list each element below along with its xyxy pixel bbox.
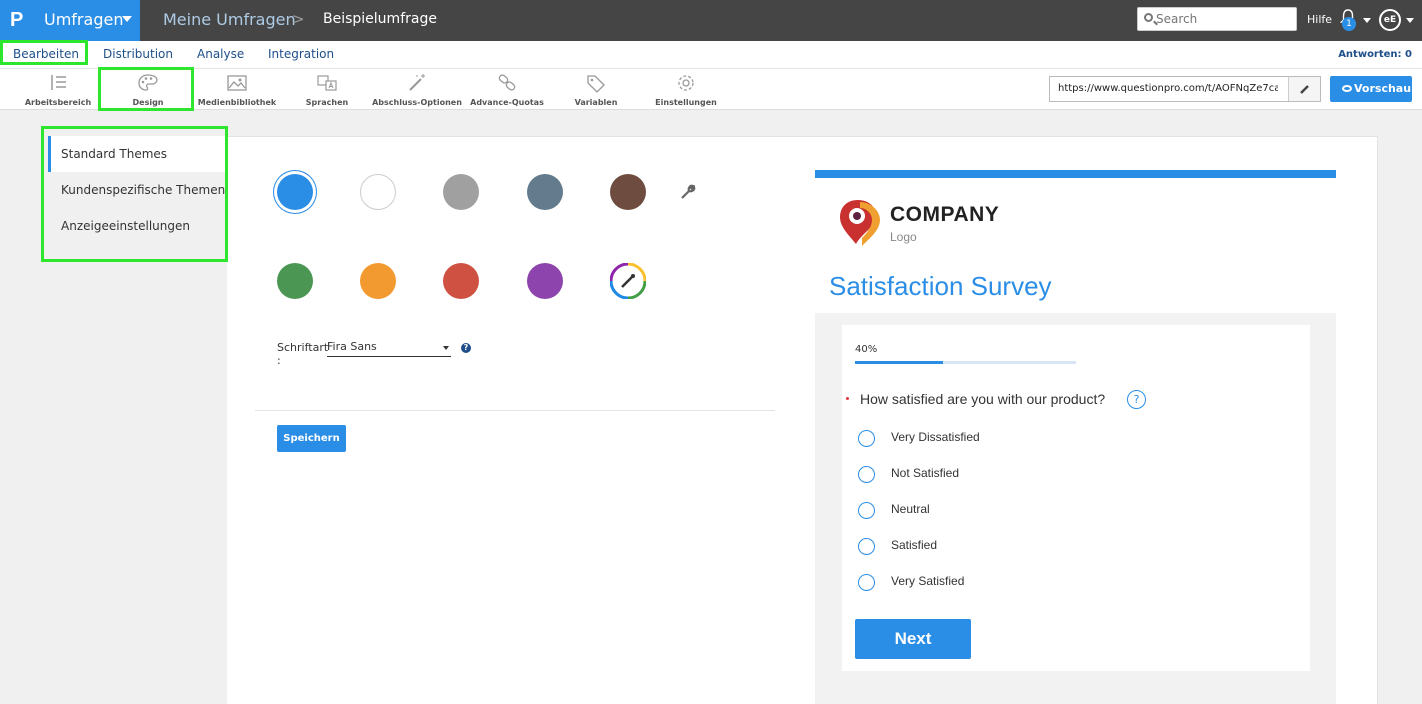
search-input[interactable]: [1156, 10, 1292, 28]
progress-bar-fill: [855, 361, 944, 364]
theme-swatch-brown[interactable]: [610, 174, 646, 210]
chevron-down-icon: [122, 16, 132, 22]
theme-swatch-white[interactable]: [360, 174, 396, 210]
survey-url-text[interactable]: https://www.questionpro.com/t/AOFNqZe7ca: [1058, 83, 1278, 94]
search-box[interactable]: [1137, 7, 1297, 31]
toolbar-media-library[interactable]: Medienbibliothek: [192, 71, 282, 109]
radio-very-satisfied[interactable]: [858, 574, 875, 591]
toolbar-languages[interactable]: Sprachen: [282, 71, 372, 109]
top-bar: P Umfragen Meine Umfragen > Beispielumfr…: [0, 0, 1422, 41]
theme-swatch-red[interactable]: [443, 263, 479, 299]
product-switcher[interactable]: P Umfragen: [0, 0, 140, 41]
company-name: COMPANY: [890, 203, 1000, 226]
chevron-down-icon: [443, 346, 449, 350]
answers-count[interactable]: Antworten: 0: [1338, 49, 1412, 60]
progress-percent: 40%: [855, 344, 878, 355]
toolbar-advance-quotas[interactable]: Advance-Quotas: [462, 71, 552, 109]
survey-title: Satisfaction Survey: [829, 271, 1052, 301]
breadcrumb-my-surveys[interactable]: Meine Umfragen: [163, 10, 296, 29]
toolbar-completion-options[interactable]: Abschluss-Optionen: [372, 71, 462, 109]
divider: [255, 410, 775, 411]
option-label[interactable]: Very Satisfied: [891, 574, 964, 588]
chevron-down-icon[interactable]: [1363, 18, 1371, 23]
chevron-down-icon[interactable]: [1406, 18, 1414, 23]
radio-very-dissatisfied[interactable]: [858, 430, 875, 447]
company-logo-icon: [840, 200, 880, 246]
product-label: Umfragen: [44, 10, 124, 29]
option-label[interactable]: Very Dissatisfied: [891, 430, 980, 444]
next-button[interactable]: Next: [855, 619, 971, 659]
theme-swatch-purple[interactable]: [527, 263, 563, 299]
pencil-icon: [1300, 85, 1309, 94]
questionpro-logo: P: [10, 9, 24, 31]
theme-swatch-gray[interactable]: [443, 174, 479, 210]
font-select[interactable]: Fira Sans: [327, 340, 451, 357]
option-label[interactable]: Not Satisfied: [891, 466, 959, 480]
notification-count-badge: 1: [1342, 17, 1356, 31]
required-indicator: [846, 397, 849, 400]
eye-icon: [1342, 85, 1352, 92]
question-help-icon[interactable]: ?: [1127, 390, 1146, 409]
search-icon: [1144, 13, 1153, 22]
radio-satisfied[interactable]: [858, 538, 875, 555]
tag-icon: [587, 75, 605, 93]
font-label: Schriftart :: [277, 341, 329, 367]
tab-distribution[interactable]: Distribution: [103, 47, 173, 61]
workspace-icon: [51, 75, 66, 90]
magic-wand-icon: [409, 74, 425, 91]
help-icon[interactable]: ?: [461, 343, 471, 353]
company-logo-subtitle: Logo: [890, 230, 917, 244]
toolbar-variables[interactable]: Variablen: [551, 71, 641, 109]
toolbar-label: Einstellungen: [655, 98, 717, 107]
toolbar-label: Advance-Quotas: [470, 98, 544, 107]
toolbar-label: Sprachen: [305, 98, 349, 107]
radio-neutral[interactable]: [858, 502, 875, 519]
theme-swatch-blue[interactable]: [277, 174, 313, 210]
question-text: How satisfied are you with our product?: [860, 391, 1106, 407]
breadcrumb-current-survey: Beispielumfrage: [323, 11, 437, 27]
highlight-box: [41, 126, 228, 262]
highlight-box: [98, 67, 194, 111]
translate-icon: [317, 75, 337, 91]
editor-toolbar: Arbeitsbereich Design Medienbibliothek S…: [0, 69, 1422, 110]
preview-button-label: Vorschau: [1354, 82, 1412, 95]
help-link[interactable]: Hilfe: [1307, 13, 1332, 26]
custom-color-picker-icon[interactable]: [610, 263, 646, 299]
toolbar-label: Variablen: [574, 98, 618, 107]
theme-swatch-green[interactable]: [277, 263, 313, 299]
survey-url-field[interactable]: https://www.questionpro.com/t/AOFNqZe7ca: [1049, 76, 1321, 102]
theme-swatch-slate[interactable]: [527, 174, 563, 210]
tab-analyse[interactable]: Analyse: [197, 47, 244, 61]
radio-not-satisfied[interactable]: [858, 466, 875, 483]
font-select-value: Fira Sans: [327, 340, 377, 353]
progress-bar: [855, 361, 1076, 364]
theme-swatch-orange[interactable]: [360, 263, 396, 299]
link-icon: [498, 74, 516, 91]
toolbar-label: Abschluss-Optionen: [372, 98, 462, 107]
preview-button[interactable]: Vorschau: [1330, 76, 1412, 102]
edit-url-button[interactable]: [1288, 77, 1320, 101]
gear-icon: [678, 75, 694, 91]
toolbar-label: Arbeitsbereich: [24, 98, 92, 107]
preview-header-bar: [815, 170, 1336, 178]
toolbar-label: Medienbibliothek: [197, 98, 277, 107]
option-label[interactable]: Neutral: [891, 502, 930, 516]
toolbar-workspace[interactable]: Arbeitsbereich: [13, 71, 103, 109]
save-button[interactable]: Speichern: [277, 425, 346, 452]
wrench-icon[interactable]: [680, 184, 696, 200]
highlight-box: [0, 40, 88, 65]
main-nav: Bearbeiten Distribution Analyse Integrat…: [0, 41, 1422, 69]
breadcrumb-separator: >: [292, 10, 305, 28]
tab-integration[interactable]: Integration: [268, 47, 334, 61]
user-avatar[interactable]: eE: [1379, 9, 1401, 31]
option-label[interactable]: Satisfied: [891, 538, 937, 552]
toolbar-settings[interactable]: Einstellungen: [641, 71, 731, 109]
image-icon: [227, 75, 247, 91]
